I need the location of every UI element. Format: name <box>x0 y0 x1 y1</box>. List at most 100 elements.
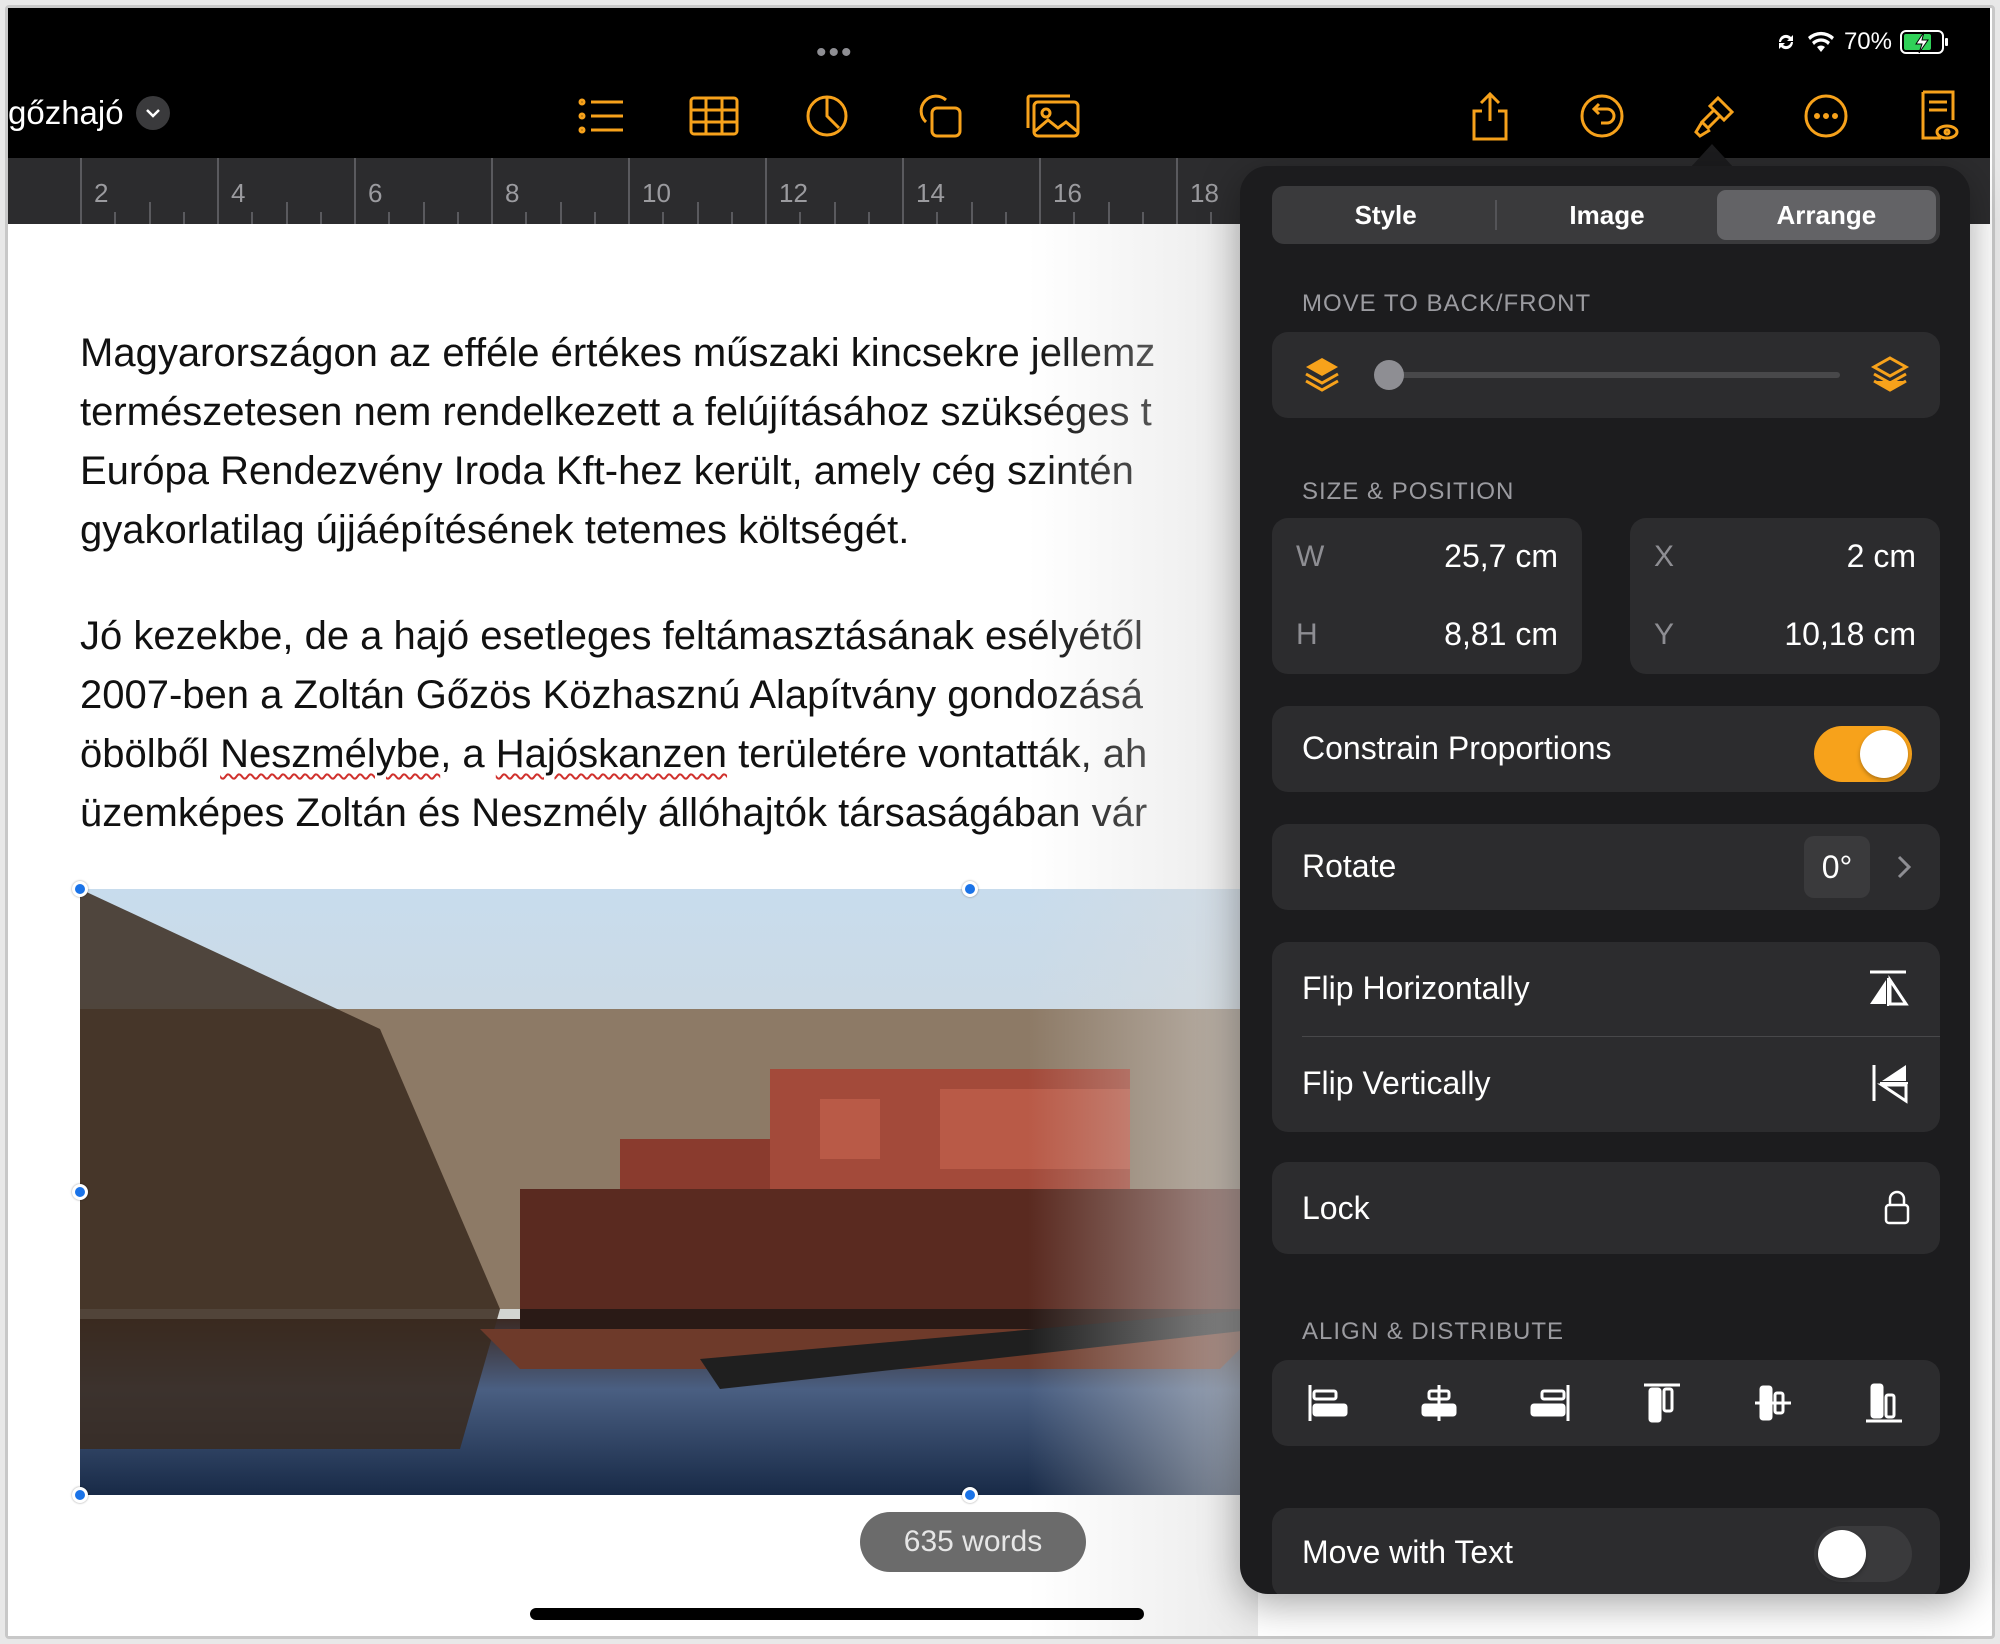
ruler-minor-tick <box>251 212 254 224</box>
ruler-major-tick <box>902 158 904 224</box>
tab-style[interactable]: Style <box>1276 190 1495 240</box>
ruler-minor-tick <box>662 212 665 224</box>
x-field[interactable]: 2 cm <box>1847 538 1916 575</box>
ruler-minor-tick <box>1004 212 1007 224</box>
ruler-minor-tick <box>456 212 459 224</box>
format-brush-icon[interactable] <box>1686 88 1742 144</box>
ruler-minor-tick <box>422 202 425 224</box>
multitasking-dots-icon[interactable]: ••• <box>816 38 854 68</box>
ruler-minor-tick <box>1141 212 1144 224</box>
slider-track[interactable] <box>1390 372 1840 378</box>
document-title[interactable]: gőzhajó <box>8 94 170 132</box>
ruler-major-tick <box>765 158 767 224</box>
slider-knob[interactable] <box>1374 360 1404 390</box>
paragraph-line: Magyarországon az efféle értékes műszaki… <box>80 331 1156 375</box>
resize-handle-bottom-left[interactable] <box>72 1487 88 1503</box>
wifi-icon <box>1807 31 1834 52</box>
paragraph-line: Európa Rendezvény Iroda Kft-hez került, … <box>80 449 1134 493</box>
x-label: X <box>1654 540 1675 573</box>
ruler-number: 16 <box>1053 178 1082 208</box>
media-icon[interactable] <box>1025 88 1081 144</box>
flip-group: Flip Horizontally Flip Vertically <box>1272 942 1940 1132</box>
ruler-minor-tick <box>1073 212 1076 224</box>
move-to-back-front-slider[interactable] <box>1272 332 1940 418</box>
y-field[interactable]: 10,18 cm <box>1784 616 1916 653</box>
ruler-minor-tick <box>182 212 185 224</box>
ruler-minor-tick <box>148 202 151 224</box>
align-top-icon[interactable] <box>1634 1375 1690 1431</box>
flip-horizontally-label: Flip Horizontally <box>1302 970 1530 1006</box>
paragraph-line: természetesen nem rendelkezett a felújít… <box>80 390 1152 434</box>
align-center-icon[interactable] <box>1411 1375 1467 1431</box>
ruler-minor-tick <box>593 212 596 224</box>
ruler-number: 10 <box>642 178 671 208</box>
tab-arrange[interactable]: Arrange <box>1716 190 1936 240</box>
height-field[interactable]: 8,81 cm <box>1444 616 1558 653</box>
ruler-number: 4 <box>231 178 246 208</box>
share-icon[interactable] <box>1462 88 1518 144</box>
height-label: H <box>1296 618 1318 651</box>
table-icon[interactable] <box>686 88 742 144</box>
move-with-text-toggle[interactable] <box>1814 1526 1912 1582</box>
ruler-major-tick <box>1039 158 1041 224</box>
paragraph-2[interactable]: Jó kezekbe, de a hajó esetleges feltámas… <box>80 607 1280 843</box>
home-indicator[interactable] <box>530 1608 1144 1620</box>
chevron-down-icon[interactable] <box>135 96 170 130</box>
shapes-icon[interactable] <box>912 88 968 144</box>
flip-vertically-row[interactable]: Flip Vertically <box>1272 1037 1940 1132</box>
paragraph-1[interactable]: Magyarországon az efféle értékes műszaki… <box>80 324 1280 560</box>
align-right-icon[interactable] <box>1522 1375 1578 1431</box>
ruler-minor-tick <box>970 202 973 224</box>
layers-front-icon[interactable] <box>1870 354 1910 394</box>
chevron-right-icon <box>1897 855 1912 879</box>
rotate-row[interactable]: Rotate 0° <box>1272 824 1940 910</box>
format-popover: Style Image Arrange MOVE TO BACK/FRONT S… <box>1240 166 1970 1594</box>
ruler-number: 8 <box>505 178 520 208</box>
size-box: W 25,7 cm H 8,81 cm <box>1272 518 1582 674</box>
text-run: , a <box>440 732 496 776</box>
lock-label: Lock <box>1302 1190 1370 1226</box>
ruler-number: 6 <box>368 178 383 208</box>
tab-image[interactable]: Image <box>1497 190 1716 240</box>
align-bottom-icon[interactable] <box>1856 1375 1912 1431</box>
position-box: X 2 cm Y 10,18 cm <box>1630 518 1940 674</box>
layers-back-icon[interactable] <box>1302 354 1342 394</box>
lock-row[interactable]: Lock <box>1272 1162 1940 1254</box>
resize-handle-middle-left[interactable] <box>72 1184 88 1200</box>
resize-handle-bottom-center[interactable] <box>962 1487 978 1503</box>
undo-icon[interactable] <box>1574 88 1630 144</box>
ruler-major-tick <box>354 158 356 224</box>
move-with-text-row: Move with Text <box>1272 1508 1940 1594</box>
misspelled-word[interactable]: Neszmélybe <box>220 732 440 776</box>
align-left-icon[interactable] <box>1300 1375 1356 1431</box>
flip-horizontally-row[interactable]: Flip Horizontally <box>1272 942 1940 1036</box>
ruler-number: 18 <box>1190 178 1219 208</box>
more-icon[interactable] <box>1798 88 1854 144</box>
word-count-badge[interactable]: 635 words <box>860 1512 1086 1572</box>
rotate-value-field[interactable]: 0° <box>1804 836 1870 898</box>
align-middle-icon[interactable] <box>1745 1375 1801 1431</box>
constrain-proportions-toggle[interactable] <box>1814 726 1912 782</box>
ruler-minor-tick <box>696 202 699 224</box>
document-view-icon[interactable] <box>1910 88 1966 144</box>
resize-handle-top-left[interactable] <box>72 881 88 897</box>
move-section-label: MOVE TO BACK/FRONT <box>1302 290 1592 317</box>
ruler-minor-tick <box>525 212 528 224</box>
ruler-minor-tick <box>730 212 733 224</box>
paragraph-line: 2007-ben a Zoltán Gőzös Közhasznú Alapít… <box>80 673 1143 717</box>
misspelled-word[interactable]: Hajóskanzen <box>496 732 727 776</box>
ruler-major-tick <box>628 158 630 224</box>
size-position-section-label: SIZE & POSITION <box>1302 478 1515 505</box>
align-buttons-row <box>1272 1360 1940 1446</box>
paragraph-line: üzemképes Zoltán és Neszmély állóhajtók … <box>80 791 1148 835</box>
ruler-major-tick <box>1176 158 1178 224</box>
paragraph-line: öbölből Neszmélybe, a Hajóskanzen terüle… <box>80 725 1280 784</box>
resize-handle-top-center[interactable] <box>962 881 978 897</box>
selected-image-shipwreck[interactable] <box>80 889 1260 1495</box>
chart-icon[interactable] <box>799 88 855 144</box>
top-toolbar: ••• 70% gőzhajó <box>8 8 1990 158</box>
width-field[interactable]: 25,7 cm <box>1444 538 1558 575</box>
list-icon[interactable] <box>573 88 629 144</box>
battery-charging-icon <box>1900 30 1948 54</box>
toggle-knob <box>1818 1530 1866 1578</box>
